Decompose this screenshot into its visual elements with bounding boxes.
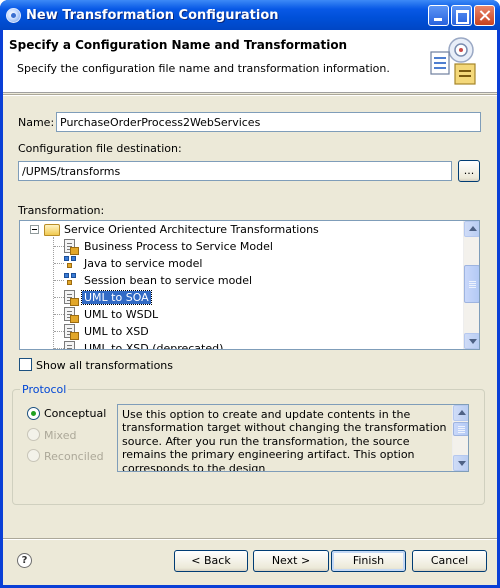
page-description: Specify the configuration file name and …	[17, 62, 390, 75]
destination-field[interactable]: /UPMS/transforms	[18, 161, 452, 181]
tree-row-category[interactable]: Service Oriented Architecture Transforma…	[20, 221, 460, 238]
radio-reconciled	[27, 449, 40, 462]
protocol-description-box[interactable]: Use this option to create and update con…	[117, 404, 469, 472]
help-icon[interactable]: ?	[17, 553, 32, 568]
tree-scrollbar[interactable]	[463, 221, 479, 349]
dialog-client-area: Specify a Configuration Name and Transfo…	[3, 30, 497, 585]
name-label: Name:	[18, 116, 55, 129]
show-all-checkbox[interactable]	[19, 358, 32, 371]
tree-branch-line	[54, 246, 64, 247]
tree-item[interactable]: Java to service model	[20, 255, 460, 272]
tree-item-label: Session bean to service model	[84, 274, 253, 287]
transformation-document-icon	[64, 341, 75, 349]
description-scrollbar[interactable]	[452, 405, 468, 471]
tree-category-label: Service Oriented Architecture Transforma…	[64, 223, 319, 236]
maximize-button[interactable]	[451, 5, 472, 26]
scrollbar-thumb[interactable]	[453, 422, 468, 436]
scrollbar-thumb[interactable]	[464, 265, 479, 303]
title-bar[interactable]: New Transformation Configuration	[0, 0, 500, 30]
tree-branch-line	[54, 263, 64, 264]
page-title: Specify a Configuration Name and Transfo…	[9, 38, 348, 52]
scroll-down-arrow-icon[interactable]	[464, 333, 479, 349]
banner-separator	[3, 94, 497, 96]
transformation-tree[interactable]: Service Oriented Architecture Transforma…	[19, 220, 480, 350]
cancel-button[interactable]: Cancel	[412, 550, 487, 572]
back-button[interactable]: < Back	[174, 550, 248, 572]
tree-item-label: UML to XSD	[84, 325, 149, 338]
open-folder-icon	[44, 224, 60, 236]
tree-item[interactable]: Session bean to service model	[20, 272, 460, 289]
protocol-description: Use this option to create and update con…	[122, 408, 447, 472]
transformation-document-icon	[64, 290, 79, 306]
tree-item[interactable]: Business Process to Service Model	[20, 238, 460, 255]
close-button[interactable]	[474, 5, 495, 26]
radio-conceptual[interactable]	[27, 407, 40, 420]
service-model-icon	[64, 256, 78, 270]
tree-item-label: Java to service model	[84, 257, 203, 270]
tree-branch-line	[54, 280, 64, 281]
tree-item[interactable]: UML to XSD	[20, 323, 460, 340]
radio-reconciled-label: Reconciled	[44, 450, 104, 463]
show-all-label[interactable]: Show all transformations	[36, 359, 173, 372]
transformation-label: Transformation:	[18, 204, 105, 217]
scroll-up-arrow-icon[interactable]	[453, 405, 468, 421]
tree-item-selected[interactable]: UML to SOA	[20, 289, 460, 306]
tree-branch-line	[54, 314, 64, 315]
transformation-document-icon	[64, 307, 79, 323]
tree-item[interactable]: UML to WSDL	[20, 306, 460, 323]
minimize-button[interactable]	[428, 5, 449, 26]
scroll-down-arrow-icon[interactable]	[453, 455, 468, 471]
tree-item-label: UML to XSD (deprecated)	[84, 342, 224, 350]
dialog-window: New Transformation Configuration Specify…	[0, 0, 500, 588]
transformation-wizard-icon	[430, 37, 476, 85]
transformation-document-icon	[64, 324, 79, 340]
tree-item-label: UML to WSDL	[84, 308, 159, 321]
footer-separator	[3, 538, 497, 540]
browse-button[interactable]: ...	[458, 160, 480, 182]
name-field[interactable]: PurchaseOrderProcess2WebServices	[56, 112, 481, 132]
window-title: New Transformation Configuration	[26, 8, 279, 23]
transformation-document-icon	[64, 239, 79, 255]
tree-item-label: Business Process to Service Model	[84, 240, 273, 253]
protocol-legend: Protocol	[20, 383, 69, 396]
tree-branch-line	[54, 348, 64, 349]
tree-branch-line	[54, 297, 64, 298]
tree-item[interactable]: UML to XSD (deprecated)	[20, 340, 460, 350]
tree-item-label: UML to SOA	[81, 290, 152, 305]
radio-conceptual-label[interactable]: Conceptual	[44, 407, 106, 420]
next-button[interactable]: Next >	[253, 550, 329, 572]
wizard-banner: Specify a Configuration Name and Transfo…	[3, 30, 497, 93]
eclipse-app-icon	[6, 8, 21, 23]
scroll-up-arrow-icon[interactable]	[464, 221, 479, 237]
service-model-icon	[64, 273, 78, 287]
collapse-icon[interactable]	[30, 225, 39, 234]
radio-mixed-label: Mixed	[44, 429, 77, 442]
tree-branch-line	[54, 331, 64, 332]
radio-mixed	[27, 428, 40, 441]
destination-label: Configuration file destination:	[18, 142, 182, 155]
finish-button[interactable]: Finish	[331, 550, 406, 572]
